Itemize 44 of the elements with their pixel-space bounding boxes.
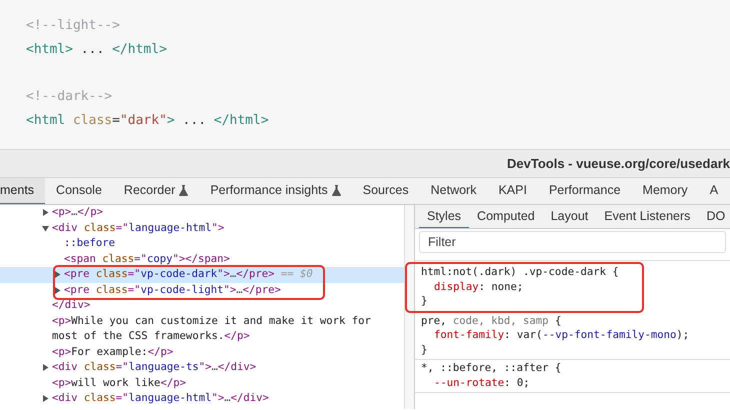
dom-node[interactable]: <p>…</p> (0, 205, 404, 220)
tab[interactable]: Performance insights (199, 178, 352, 204)
dom-node[interactable]: <div class="language-html"> (0, 220, 404, 236)
flask-icon (332, 185, 341, 196)
code-line: <html> ... </html> (26, 40, 167, 58)
tab[interactable]: ments (0, 178, 46, 204)
flask-icon (179, 185, 188, 196)
css-rule: *, ::before, ::after { --un-rotate: 0; (415, 360, 730, 393)
css-rule: pre, code, kbd, samp { font-family: var(--vp-font-family-mono); } (415, 312, 730, 360)
dom-node[interactable]: <p>While you can customize it and make it work for most of the CSS frameworks.</p> (0, 314, 404, 344)
filter-field[interactable]: Filter (419, 231, 726, 253)
dom-node[interactable]: <p>will work like</p> (0, 376, 404, 391)
window-title: DevTools - vueuse.org/core/usedark (507, 154, 730, 173)
tab[interactable]: Network (420, 178, 488, 204)
dom-node[interactable]: <span class="copy"></span> (0, 252, 404, 267)
tab[interactable]: Memory (632, 178, 699, 204)
expand-toggle[interactable] (42, 224, 49, 232)
dom-node[interactable]: <p>For example:</p> (0, 344, 404, 360)
tab[interactable]: KAPI (487, 178, 538, 204)
dom-node[interactable]: <pre class="vp-code-dark">…</pre> == $0 (0, 267, 404, 282)
dom-node[interactable]: <div class="language-ts">…</div> (0, 360, 404, 376)
tab[interactable]: A (698, 178, 718, 204)
dom-node[interactable]: <div class="language-html">…</div> (0, 391, 404, 406)
tab[interactable]: Performance (538, 178, 632, 204)
tab[interactable]: DO (698, 205, 730, 228)
expand-toggle[interactable] (54, 271, 61, 278)
code-line: <!--light--> (26, 17, 120, 35)
code-line: <!--dark--> (26, 88, 112, 106)
tab[interactable]: Event Listeners (596, 205, 698, 228)
expand-toggle[interactable] (42, 395, 49, 402)
scrollbar[interactable] (405, 205, 415, 409)
closing-tag: </div> (0, 298, 404, 314)
code-line: <html class="dark"> ... </html> (26, 112, 269, 130)
expand-toggle[interactable] (54, 286, 61, 294)
tab[interactable]: Console (45, 178, 113, 204)
tab[interactable]: Computed (469, 205, 543, 228)
tab[interactable]: Sources (352, 178, 420, 204)
expand-toggle[interactable] (42, 364, 49, 371)
tab[interactable]: Styles (419, 205, 470, 228)
dom-node[interactable]: ::before (0, 236, 404, 252)
tab[interactable]: Recorder (112, 178, 200, 204)
dom-node[interactable]: <pre class="vp-code-light">…</pre> (0, 282, 404, 298)
tab[interactable]: Layout (542, 205, 596, 228)
expand-toggle[interactable] (42, 209, 49, 216)
